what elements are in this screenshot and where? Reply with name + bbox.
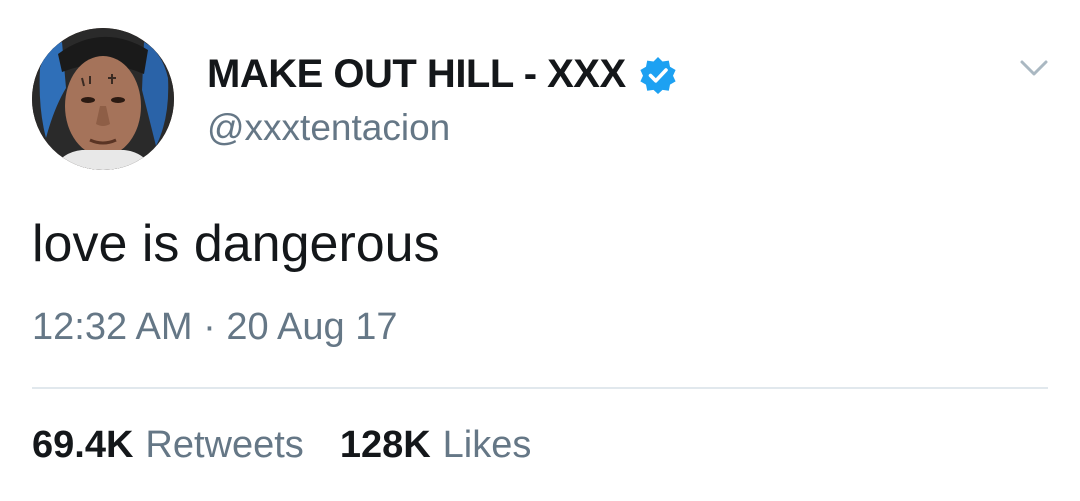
divider (32, 387, 1048, 389)
tweet-stats: 69.4K Retweets 128K Likes (32, 424, 567, 467)
tweet-text: love is dangerous (32, 215, 440, 273)
display-name-row[interactable]: MAKE OUT HILL - XXX (207, 52, 678, 97)
retweets-stat[interactable]: 69.4K Retweets (32, 424, 304, 467)
user-handle[interactable]: @xxxtentacion (207, 107, 450, 149)
display-name[interactable]: MAKE OUT HILL - XXX (207, 52, 626, 97)
tweet-timestamp: 12:32 AM · 20 Aug 17 (32, 306, 398, 348)
avatar[interactable] (32, 28, 174, 170)
retweets-label: Retweets (145, 424, 304, 466)
likes-stat[interactable]: 128K Likes (340, 424, 532, 467)
likes-label: Likes (442, 424, 532, 466)
chevron-down-icon[interactable] (1016, 50, 1052, 86)
likes-count: 128K (339, 424, 431, 466)
avatar-photo (32, 28, 174, 170)
retweets-count: 69.4K (32, 424, 134, 466)
verified-badge-icon (638, 55, 678, 95)
